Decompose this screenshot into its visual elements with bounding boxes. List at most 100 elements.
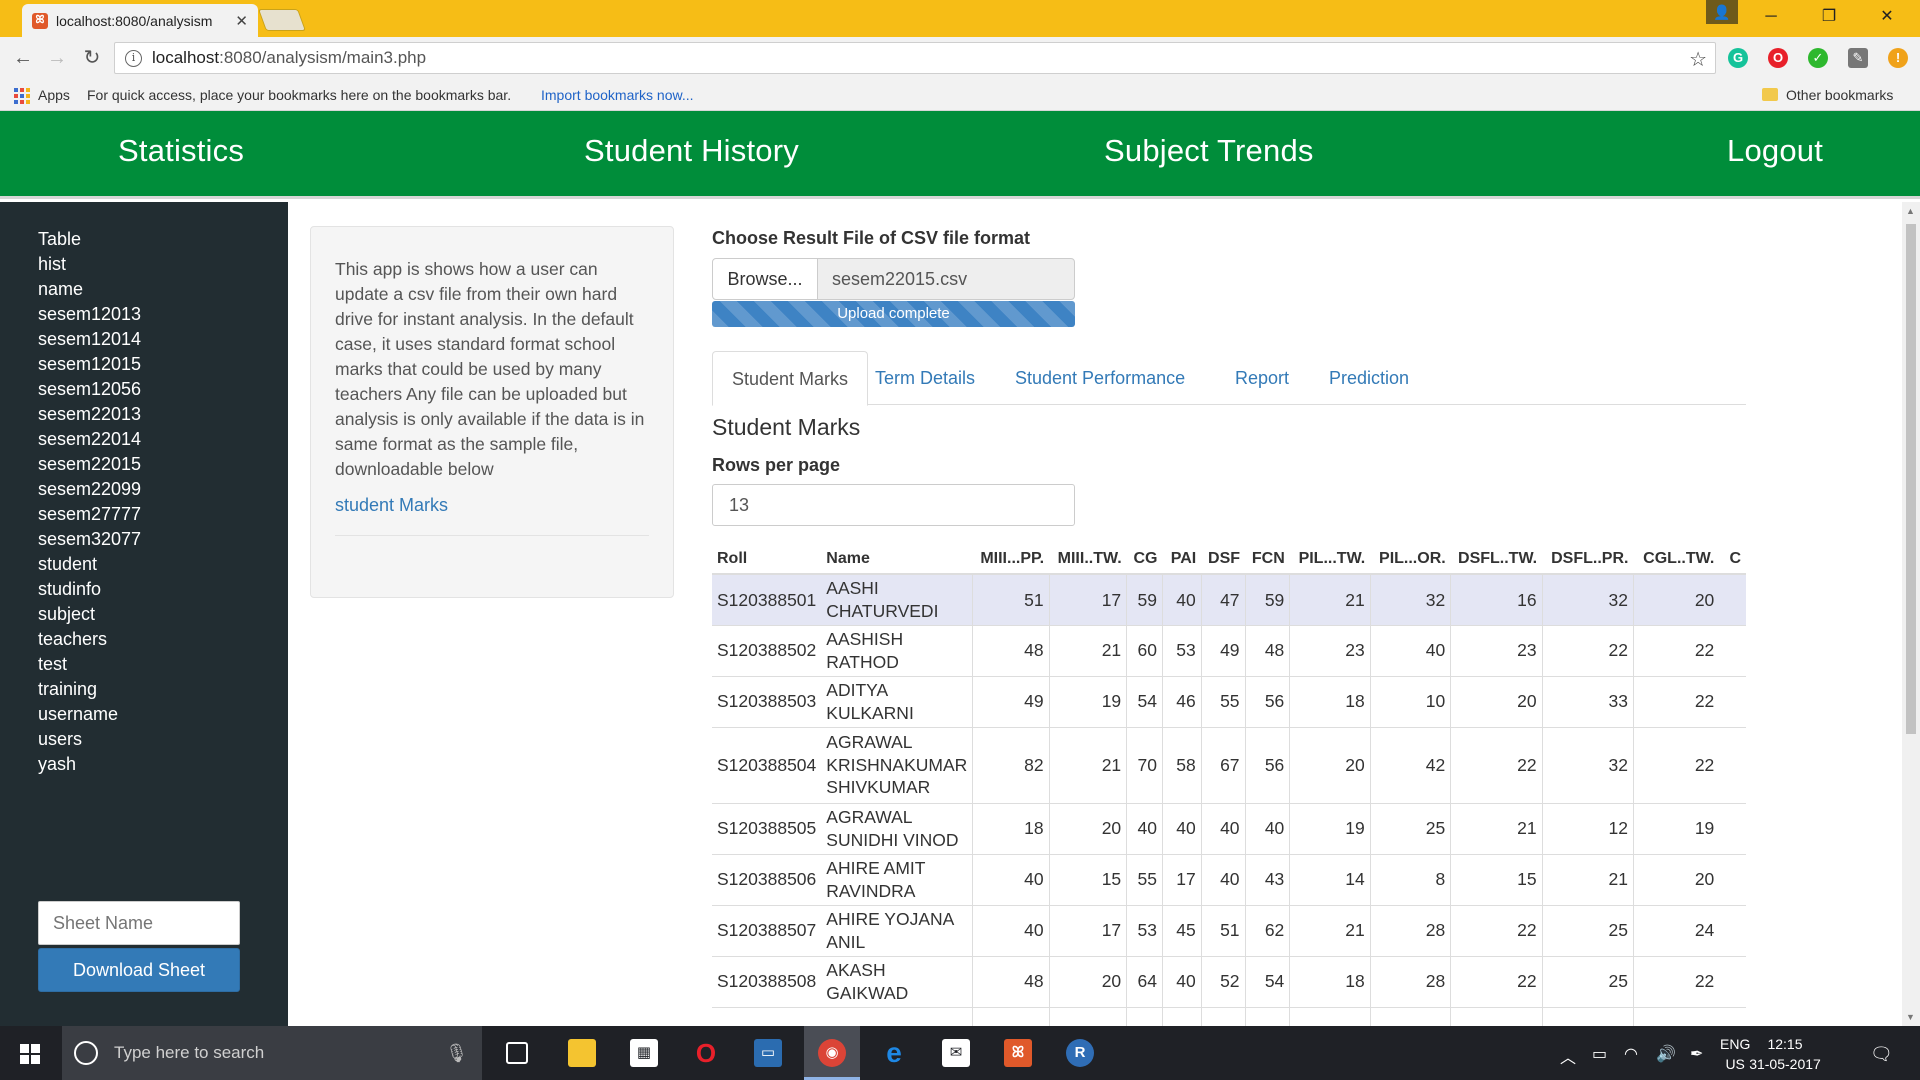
column-header[interactable]: DSFL..PR. [1542, 544, 1634, 575]
pen-icon[interactable]: ✒ [1690, 1044, 1703, 1064]
column-header[interactable]: PIL...OR. [1370, 544, 1451, 575]
sidebar-item[interactable]: sesem12014 [38, 327, 141, 352]
nav-statistics[interactable]: Statistics [118, 133, 244, 169]
tab-student-performance[interactable]: Student Performance [1015, 351, 1185, 405]
table-row[interactable]: S120388504 AGRAWAL KRISHNAKUMAR SHIVKUMAR 82… [712, 726, 1746, 803]
address-bar[interactable]: i localhost:8080/analysism/main3.php ☆ [114, 42, 1716, 74]
user-profile-icon[interactable]: 👤 [1706, 0, 1738, 24]
show-hidden-icons[interactable]: ︿ [1560, 1044, 1576, 1068]
table-row[interactable]: ANDHORIKAR [712, 1006, 1746, 1026]
restore-button[interactable]: ❐ [1806, 0, 1852, 34]
scroll-down-icon[interactable]: ▼ [1906, 1012, 1915, 1022]
r-icon[interactable]: R [1066, 1039, 1094, 1067]
scroll-up-icon[interactable]: ▲ [1906, 206, 1915, 216]
back-arrow-icon[interactable]: ← [10, 45, 36, 71]
table-row[interactable]: S120388501 AASHI CHATURVEDI 51 17 59 40 47 59 21 3… [712, 573, 1746, 625]
opera-icon[interactable]: O [692, 1039, 720, 1067]
column-header[interactable]: PAI [1162, 544, 1202, 575]
sidebar-item[interactable]: sesem12015 [38, 352, 141, 377]
grammarly-extension-icon[interactable]: G [1728, 48, 1748, 68]
column-header[interactable]: Roll [712, 544, 822, 575]
sidebar-item[interactable]: test [38, 652, 141, 677]
column-header[interactable]: CG [1126, 544, 1163, 575]
page-scrollbar[interactable]: ▲ ▼ [1902, 202, 1920, 1026]
sidebar-item[interactable]: name [38, 277, 141, 302]
column-header[interactable]: FCN [1245, 544, 1290, 575]
battery-icon[interactable]: ▭ [1592, 1044, 1607, 1064]
sheet-name-input[interactable] [38, 901, 240, 945]
sidebar-item[interactable]: users [38, 727, 141, 752]
sidebar-item[interactable]: hist [38, 252, 141, 277]
column-header[interactable]: CGL..TW. [1633, 544, 1720, 575]
cortana-icon[interactable] [74, 1041, 98, 1065]
mail-icon[interactable]: ✉ [942, 1039, 970, 1067]
file-explorer-icon[interactable] [568, 1039, 596, 1067]
tab-close-icon[interactable]: ✕ [235, 12, 248, 30]
sidebar-item[interactable]: sesem32077 [38, 527, 141, 552]
apps-grid-icon[interactable] [14, 88, 30, 104]
forward-arrow-icon[interactable]: → [44, 45, 70, 71]
tab-student-marks[interactable]: Student Marks [712, 351, 869, 406]
chrome-icon[interactable]: ◉ [818, 1039, 846, 1067]
sidebar-item[interactable]: username [38, 702, 141, 727]
download-sheet-button[interactable]: Download Sheet [38, 948, 240, 992]
sidebar-item[interactable]: sesem22013 [38, 402, 141, 427]
sidebar-item[interactable]: sesem12056 [38, 377, 141, 402]
info-icon[interactable]: i [125, 49, 142, 67]
import-bookmarks-link[interactable]: Import bookmarks now... [541, 87, 694, 103]
alert-menu-icon[interactable]: ! [1888, 48, 1908, 68]
sidebar-item[interactable]: sesem22015 [38, 452, 141, 477]
scrollbar-thumb[interactable] [1906, 224, 1916, 734]
browse-button[interactable]: Browse... [712, 258, 818, 300]
tab-prediction[interactable]: Prediction [1329, 351, 1409, 405]
sidebar-item[interactable]: teachers [38, 627, 141, 652]
store-icon[interactable]: ▦ [630, 1039, 658, 1067]
table-row[interactable]: S120388508 AKASH GAIKWAD 48 20 64 40 52 54 18 28 22… [712, 955, 1746, 1007]
table-row[interactable]: S120388505 AGRAWAL SUNIDHI VINOD 18 20 40 40 40… [712, 802, 1746, 854]
sidebar-item[interactable]: sesem12013 [38, 302, 141, 327]
sidebar-item[interactable]: student [38, 552, 141, 577]
monitor-icon[interactable]: ▭ [754, 1039, 782, 1067]
sidebar-item[interactable]: studinfo [38, 577, 141, 602]
eyedropper-extension-icon[interactable]: ✎ [1848, 48, 1868, 68]
reload-icon[interactable]: ↻ [79, 45, 105, 71]
new-tab-button[interactable] [257, 9, 307, 31]
column-header[interactable]: C [1719, 544, 1746, 575]
notifications-icon[interactable]: 🗨 [1870, 1044, 1893, 1065]
xampp-icon[interactable]: ꕤ [1004, 1039, 1032, 1067]
sidebar-item[interactable]: yash [38, 752, 141, 777]
nav-subject-trends[interactable]: Subject Trends [1104, 133, 1314, 169]
wifi-icon[interactable]: ◠ [1624, 1044, 1638, 1064]
column-header[interactable]: PIL...TW. [1289, 544, 1371, 575]
table-row[interactable]: S120388503 ADITYA KULKARNI 49 19 54 46 55 56 18 10… [712, 675, 1746, 727]
other-bookmarks[interactable]: Other bookmarks [1786, 87, 1893, 103]
table-row[interactable]: S120388506 AHIRE AMIT RAVINDRA 40 15 55 17 40 43… [712, 853, 1746, 905]
sidebar-item[interactable]: Table [38, 227, 141, 252]
column-header[interactable]: MIII..TW. [1049, 544, 1127, 575]
taskbar-search[interactable]: Type here to search 🎙 [62, 1026, 482, 1080]
column-header[interactable]: DSFL..TW. [1450, 544, 1543, 575]
task-view-icon[interactable] [506, 1042, 528, 1064]
opera-extension-icon[interactable]: O [1768, 48, 1788, 68]
apps-shortcut[interactable]: Apps [38, 87, 70, 103]
column-header[interactable]: MIII...PP. [972, 544, 1050, 575]
sidebar-item[interactable]: sesem22099 [38, 477, 141, 502]
tab-report[interactable]: Report [1235, 351, 1289, 405]
clock[interactable]: 12:15 31-05-2017 [1740, 1034, 1830, 1074]
browser-tab[interactable]: ꕤ localhost:8080/analysism ✕ [22, 4, 258, 37]
student-marks-download-link[interactable]: student Marks [335, 495, 649, 516]
close-window-button[interactable]: ✕ [1864, 0, 1910, 34]
tab-term-details[interactable]: Term Details [875, 351, 975, 405]
table-row[interactable]: S120388502 AASHISH RATHOD 48 21 60 53 49 48 23 40 2… [712, 624, 1746, 676]
sidebar-item[interactable]: training [38, 677, 141, 702]
nav-logout[interactable]: Logout [1727, 133, 1823, 169]
sidebar-item[interactable]: sesem27777 [38, 502, 141, 527]
column-header[interactable]: DSF [1201, 544, 1246, 575]
volume-icon[interactable]: 🔊 [1656, 1044, 1676, 1064]
windows-start-icon[interactable] [20, 1044, 40, 1064]
sidebar-item[interactable]: subject [38, 602, 141, 627]
check-extension-icon[interactable]: ✓ [1808, 48, 1828, 68]
sidebar-item[interactable]: sesem22014 [38, 427, 141, 452]
nav-student-history[interactable]: Student History [584, 133, 799, 169]
microphone-icon[interactable]: 🎙 [445, 1043, 468, 1064]
